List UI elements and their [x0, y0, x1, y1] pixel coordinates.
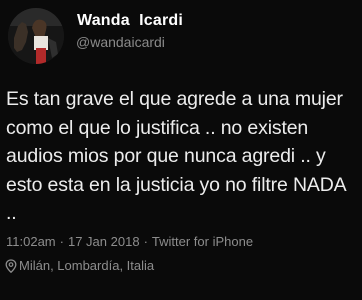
meta-separator: · [143, 234, 148, 249]
tweet-card: Wanda Icardi @wandaicardi Es tan grave e… [0, 0, 362, 300]
author-display-name[interactable]: Wanda Icardi [77, 12, 183, 30]
tweet-time[interactable]: 11:02am [6, 234, 56, 249]
avatar[interactable] [8, 8, 64, 64]
meta-separator: · [59, 234, 64, 249]
tweet-meta: 11:02am · 17 Jan 2018 · Twitter for iPhone [6, 234, 253, 249]
tweet-location[interactable]: Milán, Lombardía, Italia [5, 258, 154, 273]
map-pin-icon [5, 258, 17, 273]
tweet-text: Es tan grave el que agrede a una mujer c… [6, 88, 346, 224]
tweet-source[interactable]: Twitter for iPhone [152, 234, 253, 249]
location-label: Milán, Lombardía, Italia [19, 258, 155, 273]
author-handle[interactable]: @wandaicardi [76, 34, 165, 50]
tweet-date[interactable]: 17 Jan 2018 [68, 234, 140, 249]
